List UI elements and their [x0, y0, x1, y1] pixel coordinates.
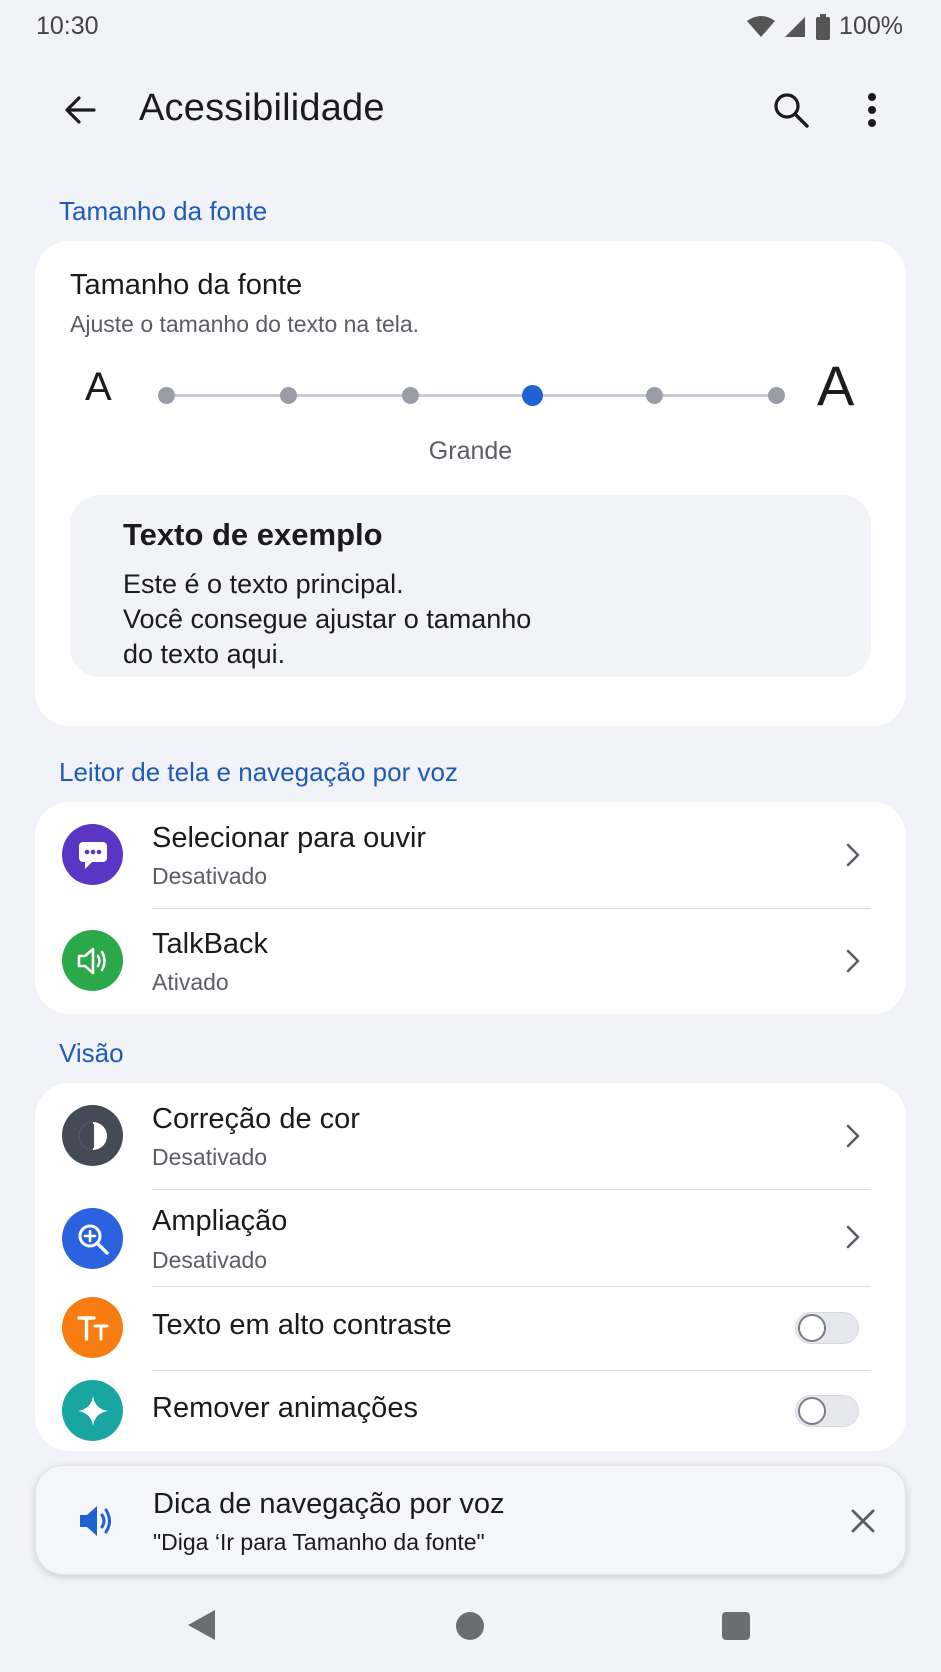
section-header-font-size: Tamanho da fonte	[59, 196, 268, 226]
voice-navigation-tip: Dica de navegação por voz "Diga ‘Ir para…	[35, 1465, 906, 1575]
nav-back-icon	[188, 1610, 215, 1640]
color-correction-icon	[62, 1105, 123, 1166]
slider-step-dot[interactable]	[645, 387, 663, 404]
system-nav-bar	[0, 1590, 941, 1662]
text-contrast-icon	[62, 1297, 123, 1358]
list-item-status: Ativado	[152, 969, 229, 995]
search-icon	[774, 93, 809, 128]
text-preview-box: Texto de exemplo Este é o texto principa…	[70, 495, 871, 677]
list-item-talkback[interactable]: TalkBack Ativado	[35, 909, 906, 1014]
slider-step-dot[interactable]	[279, 387, 297, 404]
more-vert-icon	[868, 93, 876, 127]
list-item-title: TalkBack	[152, 928, 269, 960]
slider-step-dot[interactable]	[157, 387, 175, 404]
list-item-status: Desativado	[152, 1144, 268, 1170]
chevron-right-icon	[841, 1222, 865, 1252]
preview-line: do texto aqui.	[123, 639, 286, 669]
font-size-card: Tamanho da fonte Ajuste o tamanho do tex…	[35, 241, 906, 726]
slider-track[interactable]	[166, 394, 776, 397]
chevron-right-icon	[841, 946, 865, 976]
more-options-button[interactable]	[844, 82, 900, 138]
toggle-knob	[798, 1314, 826, 1342]
volume-icon	[76, 1500, 118, 1542]
list-item-title: Texto em alto contraste	[152, 1309, 452, 1341]
nav-back-button[interactable]	[185, 1608, 217, 1647]
slider-thumb[interactable]	[521, 385, 543, 406]
font-size-large-label: A	[817, 354, 855, 417]
font-size-value-label: Grande	[428, 437, 513, 465]
status-time: 10:30	[36, 12, 99, 40]
vision-card: Correção de cor Desativado Ampliação Des…	[35, 1083, 906, 1451]
top-app-bar: Acessibilidade	[0, 70, 941, 150]
preview-line: Você consegue ajustar o tamanho	[123, 604, 532, 634]
close-icon	[851, 1509, 875, 1533]
battery-percent: 100%	[839, 12, 903, 40]
tip-title: Dica de navegação por voz	[153, 1488, 505, 1520]
high-contrast-toggle[interactable]	[795, 1312, 859, 1344]
speaker-icon	[62, 930, 123, 991]
magnify-icon	[62, 1208, 123, 1269]
tip-subtitle: "Diga ‘Ir para Tamanho da fonte"	[153, 1529, 485, 1555]
list-item-status: Desativado	[152, 863, 268, 889]
section-header-vision: Visão	[59, 1038, 124, 1068]
list-item-title: Ampliação	[152, 1205, 288, 1237]
list-item-status: Desativado	[152, 1247, 268, 1273]
list-item-color-correction[interactable]: Correção de cor Desativado	[35, 1083, 906, 1189]
nav-recents-button[interactable]	[722, 1612, 750, 1640]
list-item-select-to-speak[interactable]: Selecionar para ouvir Desativado	[35, 802, 906, 908]
arrow-back-icon	[65, 96, 96, 124]
font-size-small-label: A	[85, 365, 112, 409]
font-size-subtitle: Ajuste o tamanho do texto na tela.	[70, 311, 420, 337]
toggle-knob	[798, 1397, 826, 1425]
list-item-title: Selecionar para ouvir	[152, 822, 427, 854]
search-button[interactable]	[763, 82, 819, 138]
chevron-right-icon	[841, 840, 865, 870]
close-tip-button[interactable]	[842, 1500, 884, 1542]
slider-step-dot[interactable]	[401, 387, 419, 404]
preview-line: Este é o texto principal.	[123, 569, 404, 599]
list-item-title: Remover animações	[152, 1392, 418, 1424]
wifi-icon	[747, 15, 776, 37]
sparkle-icon	[62, 1380, 123, 1441]
preview-title: Texto de exemplo	[123, 517, 383, 552]
battery-icon	[816, 13, 831, 40]
list-item-high-contrast-text[interactable]: Texto em alto contraste	[35, 1287, 906, 1370]
status-bar: 10:30 100%	[0, 0, 941, 56]
signal-icon	[785, 16, 806, 37]
section-header-screen-reader: Leitor de tela e navegação por voz	[59, 757, 458, 787]
chevron-right-icon	[841, 1121, 865, 1151]
font-size-title: Tamanho da fonte	[70, 269, 303, 301]
back-button[interactable]	[52, 82, 108, 138]
chat-bubble-icon	[62, 824, 123, 885]
remove-animations-toggle[interactable]	[795, 1395, 859, 1427]
page-title: Acessibilidade	[139, 87, 385, 129]
preview-body: Este é o texto principal. Você consegue …	[123, 567, 643, 672]
list-item-magnification[interactable]: Ampliação Desativado	[35, 1190, 906, 1286]
list-item-remove-animations[interactable]: Remover animações	[35, 1371, 906, 1451]
nav-home-button[interactable]	[456, 1612, 484, 1640]
list-item-title: Correção de cor	[152, 1103, 360, 1135]
status-icons: 100%	[747, 12, 903, 41]
screen-reader-card: Selecionar para ouvir Desativado TalkBac…	[35, 802, 906, 1014]
slider-step-dot[interactable]	[767, 387, 785, 404]
